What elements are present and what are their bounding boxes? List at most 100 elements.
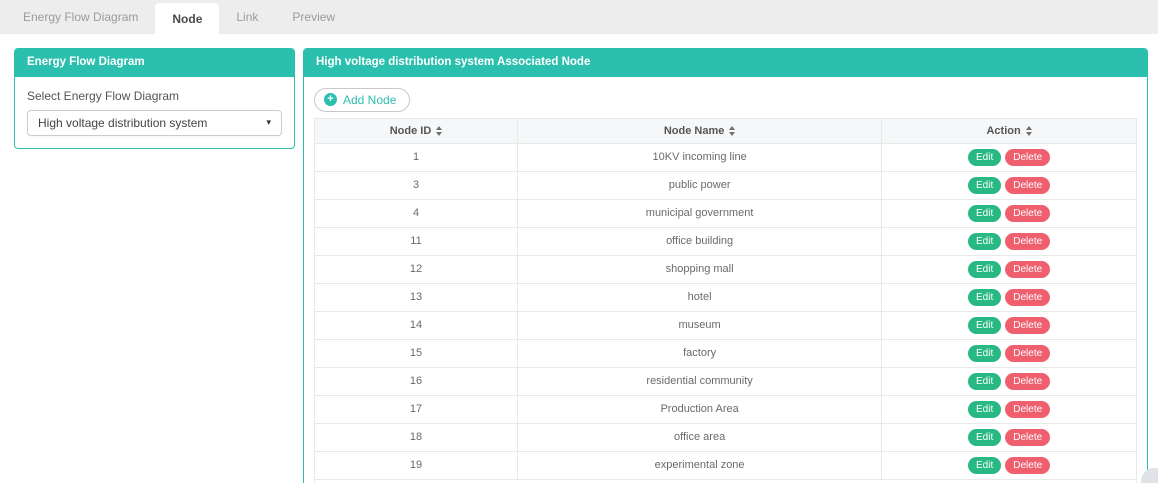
action-cell: EditDelete: [882, 143, 1137, 171]
node-name-cell: residential community: [518, 367, 882, 395]
edit-button[interactable]: Edit: [968, 373, 1001, 390]
delete-button[interactable]: Delete: [1005, 401, 1050, 418]
delete-button[interactable]: Delete: [1005, 205, 1050, 222]
edit-button[interactable]: Edit: [968, 289, 1001, 306]
edit-button[interactable]: Edit: [968, 177, 1001, 194]
node-name-cell: municipal government: [518, 199, 882, 227]
delete-button[interactable]: Delete: [1005, 457, 1050, 474]
right-panel-title: High voltage distribution system Associa…: [304, 49, 1147, 77]
empty-table-row: [315, 479, 1137, 483]
node-name-cell: 10KV incoming line: [518, 143, 882, 171]
action-cell: EditDelete: [882, 451, 1137, 479]
table-row: 3 public power EditDelete: [315, 171, 1137, 199]
add-node-button-label: Add Node: [343, 93, 396, 107]
node-id-cell: 13: [315, 283, 518, 311]
node-name-cell: hotel: [518, 283, 882, 311]
add-node-button[interactable]: + Add Node: [314, 88, 410, 112]
table-row: 14 museum EditDelete: [315, 311, 1137, 339]
node-name-cell: experimental zone: [518, 451, 882, 479]
node-name-cell: public power: [518, 171, 882, 199]
node-id-cell: 4: [315, 199, 518, 227]
node-id-cell: 19: [315, 451, 518, 479]
action-cell: EditDelete: [882, 255, 1137, 283]
action-cell: EditDelete: [882, 395, 1137, 423]
edit-button[interactable]: Edit: [968, 233, 1001, 250]
delete-button[interactable]: Delete: [1005, 261, 1050, 278]
sort-icon: [436, 126, 442, 136]
delete-button[interactable]: Delete: [1005, 177, 1050, 194]
node-name-cell: office area: [518, 423, 882, 451]
edit-button[interactable]: Edit: [968, 401, 1001, 418]
node-name-cell: Production Area: [518, 395, 882, 423]
node-id-cell: 1: [315, 143, 518, 171]
column-header-action[interactable]: Action: [882, 118, 1137, 143]
delete-button[interactable]: Delete: [1005, 429, 1050, 446]
left-panel-body: Select Energy Flow Diagram High voltage …: [15, 77, 294, 148]
node-name-cell: shopping mall: [518, 255, 882, 283]
table-row: 17 Production Area EditDelete: [315, 395, 1137, 423]
select-diagram-label: Select Energy Flow Diagram: [27, 89, 282, 103]
chevron-down-icon: ▾: [266, 118, 271, 127]
node-id-cell: 17: [315, 395, 518, 423]
edit-button[interactable]: Edit: [968, 261, 1001, 278]
column-header-label: Node ID: [390, 125, 432, 137]
node-id-cell: 12: [315, 255, 518, 283]
tab-link[interactable]: Link: [219, 0, 275, 34]
delete-button[interactable]: Delete: [1005, 345, 1050, 362]
node-table: Node ID Node Name Action 1 10KV incoming…: [314, 118, 1137, 483]
action-cell: EditDelete: [882, 311, 1137, 339]
delete-button[interactable]: Delete: [1005, 149, 1050, 166]
tab-energy-flow-diagram[interactable]: Energy Flow Diagram: [6, 0, 155, 34]
diagram-select[interactable]: High voltage distribution system ▾: [27, 110, 282, 136]
action-cell: EditDelete: [882, 199, 1137, 227]
delete-button[interactable]: Delete: [1005, 373, 1050, 390]
node-name-cell: office building: [518, 227, 882, 255]
node-table-body: 1 10KV incoming line EditDelete 3 public…: [315, 143, 1137, 483]
right-panel-body: + Add Node Node ID Node Name Action: [304, 77, 1147, 483]
node-id-cell: 15: [315, 339, 518, 367]
table-row: 11 office building EditDelete: [315, 227, 1137, 255]
action-cell: EditDelete: [882, 367, 1137, 395]
edit-button[interactable]: Edit: [968, 345, 1001, 362]
column-header-node-id[interactable]: Node ID: [315, 118, 518, 143]
node-id-cell: 18: [315, 423, 518, 451]
table-row: 18 office area EditDelete: [315, 423, 1137, 451]
node-id-cell: 3: [315, 171, 518, 199]
table-row: 19 experimental zone EditDelete: [315, 451, 1137, 479]
column-header-node-name[interactable]: Node Name: [518, 118, 882, 143]
tab-preview[interactable]: Preview: [275, 0, 352, 34]
action-cell: EditDelete: [882, 283, 1137, 311]
table-row: 4 municipal government EditDelete: [315, 199, 1137, 227]
top-tab-bar: Energy Flow Diagram Node Link Preview: [0, 0, 1158, 34]
main-content: Energy Flow Diagram Select Energy Flow D…: [0, 34, 1158, 483]
table-row: 16 residential community EditDelete: [315, 367, 1137, 395]
action-cell: EditDelete: [882, 423, 1137, 451]
action-cell: EditDelete: [882, 227, 1137, 255]
edit-button[interactable]: Edit: [968, 457, 1001, 474]
left-panel-title: Energy Flow Diagram: [15, 49, 294, 77]
table-row: 13 hotel EditDelete: [315, 283, 1137, 311]
diagram-select-value: High voltage distribution system: [38, 116, 207, 130]
table-row: 12 shopping mall EditDelete: [315, 255, 1137, 283]
edit-button[interactable]: Edit: [968, 149, 1001, 166]
node-id-cell: 11: [315, 227, 518, 255]
edit-button[interactable]: Edit: [968, 205, 1001, 222]
delete-button[interactable]: Delete: [1005, 289, 1050, 306]
table-header-row: Node ID Node Name Action: [315, 118, 1137, 143]
node-id-cell: 16: [315, 367, 518, 395]
sort-icon: [1026, 126, 1032, 136]
delete-button[interactable]: Delete: [1005, 317, 1050, 334]
edit-button[interactable]: Edit: [968, 429, 1001, 446]
node-id-cell: 14: [315, 311, 518, 339]
sort-icon: [729, 126, 735, 136]
delete-button[interactable]: Delete: [1005, 233, 1050, 250]
action-cell: EditDelete: [882, 339, 1137, 367]
plus-circle-icon: +: [324, 93, 337, 106]
node-name-cell: museum: [518, 311, 882, 339]
column-header-label: Action: [986, 125, 1020, 137]
edit-button[interactable]: Edit: [968, 317, 1001, 334]
action-cell: EditDelete: [882, 171, 1137, 199]
table-row: 15 factory EditDelete: [315, 339, 1137, 367]
table-row: 1 10KV incoming line EditDelete: [315, 143, 1137, 171]
tab-node[interactable]: Node: [155, 3, 219, 34]
